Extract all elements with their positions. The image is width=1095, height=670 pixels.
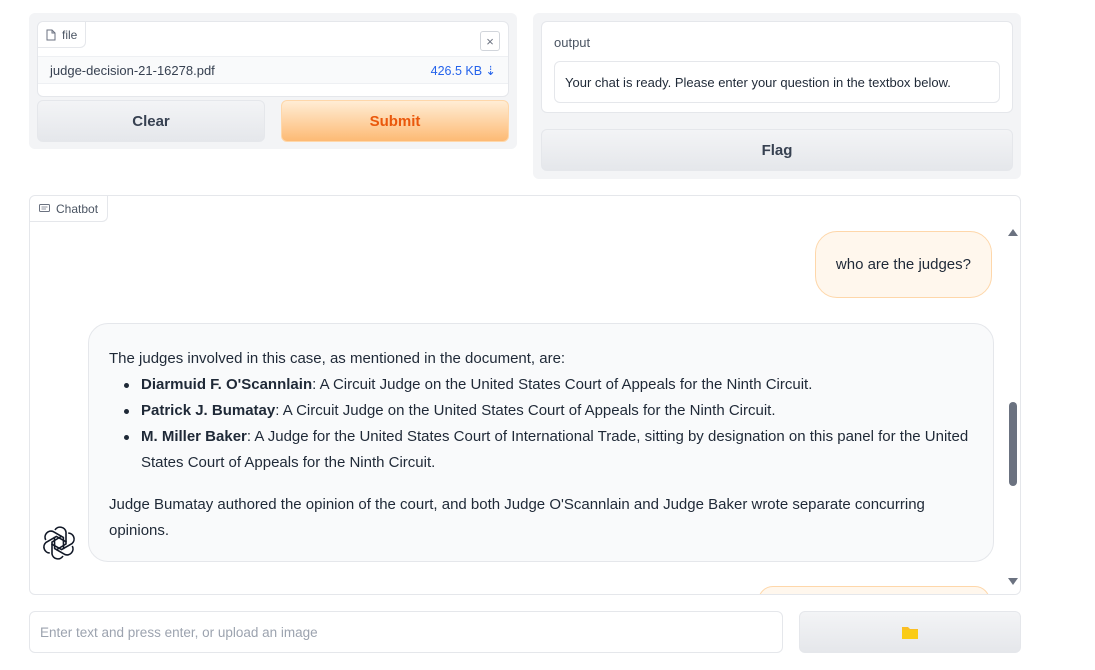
clear-button[interactable]: Clear	[37, 100, 265, 142]
scrollbar-thumb[interactable]	[1009, 402, 1017, 486]
chatbot-label: Chatbot	[56, 201, 99, 216]
flag-button[interactable]: Flag	[541, 129, 1013, 171]
list-item: M. Miller Baker: A Judge for the United …	[121, 424, 973, 476]
user-message	[758, 586, 990, 594]
judge-description: : A Judge for the United States Court of…	[141, 428, 969, 471]
bot-message: The judges involved in this case, as men…	[88, 323, 994, 562]
folder-icon	[902, 626, 918, 639]
list-item: Diarmuid F. O'Scannlain: A Circuit Judge…	[121, 372, 973, 398]
output-label: output	[554, 35, 591, 50]
judge-description: : A Circuit Judge on the United States C…	[312, 376, 813, 393]
scroll-down-icon[interactable]	[1008, 578, 1018, 585]
chat-scrollbar[interactable]	[1006, 226, 1018, 588]
chatbot-panel[interactable]: Chatbot who are the judges? The judges i…	[29, 195, 1021, 595]
uploaded-file-row: judge-decision-21-16278.pdf 426.5 KB ⇣	[38, 56, 508, 84]
judge-name: Patrick J. Bumatay	[141, 402, 276, 419]
submit-button[interactable]: Submit	[281, 100, 509, 142]
output-textbox[interactable]: Your chat is ready. Please enter your qu…	[554, 61, 1000, 103]
file-label-tag: file	[38, 22, 87, 48]
file-label: file	[62, 27, 78, 42]
user-message: who are the judges?	[814, 231, 992, 298]
bot-message-intro: The judges involved in this case, as men…	[109, 350, 566, 367]
close-icon[interactable]: ×	[480, 31, 500, 51]
bot-message-outro: Judge Bumatay authored the opinion of th…	[109, 496, 925, 539]
upload-button[interactable]	[799, 611, 1021, 653]
file-upload-box: file × judge-decision-21-16278.pdf 426.5…	[37, 21, 509, 97]
judge-description: : A Circuit Judge on the United States C…	[275, 402, 776, 419]
judge-name: M. Miller Baker	[141, 428, 247, 445]
output-panel: output Your chat is ready. Please enter …	[533, 13, 1021, 179]
chat-icon	[39, 203, 50, 212]
judge-name: Diarmuid F. O'Scannlain	[141, 376, 313, 393]
file-size-download-link[interactable]: 426.5 KB ⇣	[431, 63, 496, 78]
upload-panel: file × judge-decision-21-16278.pdf 426.5…	[29, 13, 517, 149]
chatbot-label-tag: Chatbot	[30, 196, 109, 222]
file-icon	[46, 29, 56, 40]
output-box: output Your chat is ready. Please enter …	[541, 21, 1013, 113]
openai-logo-icon	[43, 526, 75, 560]
judges-list: Diarmuid F. O'Scannlain: A Circuit Judge…	[109, 372, 973, 476]
file-name: judge-decision-21-16278.pdf	[50, 62, 215, 78]
list-item: Patrick J. Bumatay: A Circuit Judge on t…	[121, 398, 973, 424]
user-message-text: who are the judges?	[835, 256, 971, 273]
message-input[interactable]	[29, 611, 783, 653]
scroll-up-icon[interactable]	[1008, 229, 1018, 236]
